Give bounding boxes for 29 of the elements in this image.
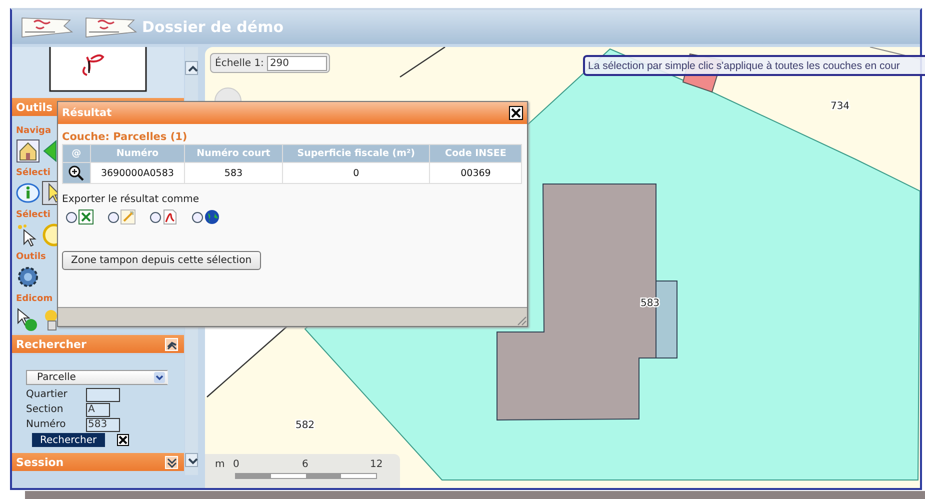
column-header: Numéro bbox=[90, 144, 185, 162]
parcel-label: 734 bbox=[830, 101, 850, 112]
table-cell: 583 bbox=[184, 162, 282, 184]
scale-label: Échelle 1: bbox=[215, 58, 264, 68]
group-title: Outils bbox=[16, 251, 46, 264]
layer-title: Couche: Parcelles (1) bbox=[62, 130, 188, 143]
group-title: Edicom bbox=[16, 293, 53, 306]
field-label: Numéro bbox=[26, 419, 67, 430]
scale-tick: 6 bbox=[302, 459, 308, 470]
app-title: Dossier de démo bbox=[142, 18, 284, 36]
group-title: Sélecti bbox=[16, 208, 50, 222]
export-label: Exporter le résultat comme bbox=[62, 194, 200, 205]
column-header: @ bbox=[62, 144, 90, 162]
column-header: Code INSEE bbox=[430, 144, 522, 162]
scale-tick: 0 bbox=[233, 459, 240, 470]
column-header: Numéro court bbox=[184, 144, 282, 162]
tooltip-text: La sélection par simple clic s'applique à toutes les couches en cour bbox=[588, 60, 900, 72]
parcel-label: 582 bbox=[295, 420, 315, 431]
group-title: Sélecti bbox=[16, 166, 50, 180]
table-cell: 0 bbox=[282, 162, 430, 184]
table-cell: 00369 bbox=[430, 162, 522, 184]
scale-tick: 12 bbox=[370, 459, 383, 470]
column-header: Superficie fiscale (m²) bbox=[282, 144, 430, 162]
field-label: Section bbox=[26, 404, 64, 415]
dialog-title: Résultat bbox=[62, 107, 112, 119]
group-title: Naviga bbox=[16, 125, 52, 138]
field-label: Quartier bbox=[26, 389, 68, 400]
scale-unit: m bbox=[215, 459, 225, 470]
table-cell: 3690000A0583 bbox=[90, 162, 185, 184]
